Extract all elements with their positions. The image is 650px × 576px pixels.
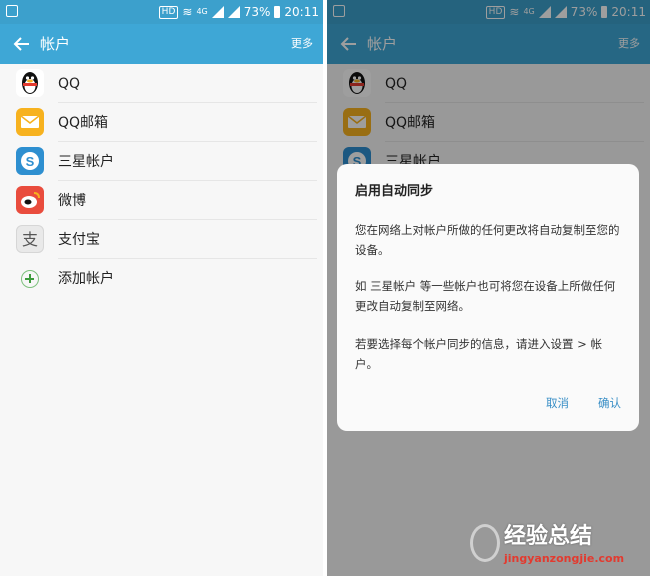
watermark-url: jingyanzongjie.com [504,552,625,565]
watermark: 经验总结 jingyanzongjie.com [470,522,640,568]
add-account-item[interactable]: 添加帐户 [0,259,323,298]
account-label: 微博 [58,193,86,209]
signal-icon-2 [227,6,240,18]
account-label: QQ邮箱 [58,115,109,131]
dialog-paragraph: 若要选择每个帐户同步的信息，请进入设置 > 帐户。 [355,337,602,371]
account-label: 支付宝 [58,232,100,248]
watermark-logo-icon [470,524,500,562]
account-label: 三星帐户 [58,154,114,170]
svg-text:S: S [26,154,35,169]
accounts-screen-with-dialog: HD ≋ 4G 73% 20:11 帐户 更多 QQ QQ邮箱 S 三星帐户 启… [327,0,650,576]
clock: 20:11 [284,5,319,19]
account-item-samsung[interactable]: S 三星帐户 [0,142,323,181]
battery-percent: 73% [243,5,271,19]
confirm-button[interactable]: 确认 [598,395,621,411]
accounts-screen: HD ≋ 4G 73% 20:11 帐户 更多 QQ QQ邮箱 S 三星帐户 微… [0,0,323,576]
account-item-qqmail[interactable]: QQ邮箱 [0,103,323,142]
cancel-button[interactable]: 取消 [546,395,569,411]
dialog-title: 启用自动同步 [355,184,434,199]
dialog-paragraph: 如 三星帐户 等一些帐户也可将您在设备上所做任何更改自动复制至网络。 [355,279,616,313]
account-list: QQ QQ邮箱 S 三星帐户 微博 支 支付宝 添加帐户 [0,64,323,298]
svg-text:支: 支 [22,230,38,249]
watermark-site: 经验总结 [504,524,593,549]
account-label: QQ [58,76,81,92]
back-arrow-icon[interactable] [12,34,32,54]
page-title: 帐户 [40,35,71,53]
add-account-label: 添加帐户 [58,271,114,287]
weibo-icon [16,186,44,214]
account-item-alipay[interactable]: 支 支付宝 [0,220,323,259]
battery-icon [274,6,281,18]
wifi-icon: ≋ [182,5,193,19]
account-item-weibo[interactable]: 微博 [0,181,323,220]
qq-mail-icon [16,108,44,136]
signal-icon [211,6,224,18]
dialog-paragraph: 您在网络上对帐户所做的任何更改将自动复制至您的设备。 [355,223,620,257]
samsung-account-icon: S [16,147,44,175]
alipay-icon: 支 [16,225,44,253]
auto-sync-dialog: 启用自动同步 您在网络上对帐户所做的任何更改将自动复制至您的设备。 如 三星帐户… [337,164,639,431]
status-bar: HD ≋ 4G 73% 20:11 [0,0,323,24]
hd-badge: HD [158,5,179,19]
status-indicators: HD ≋ 4G 73% 20:11 [158,4,319,20]
more-button[interactable]: 更多 [291,36,313,52]
add-icon [21,270,39,288]
qq-penguin-icon [16,69,44,97]
account-item-qq[interactable]: QQ [0,64,323,103]
gallery-notification-icon [6,5,18,17]
network-type: 4G [196,7,208,16]
app-bar: 帐户 更多 [0,24,323,64]
